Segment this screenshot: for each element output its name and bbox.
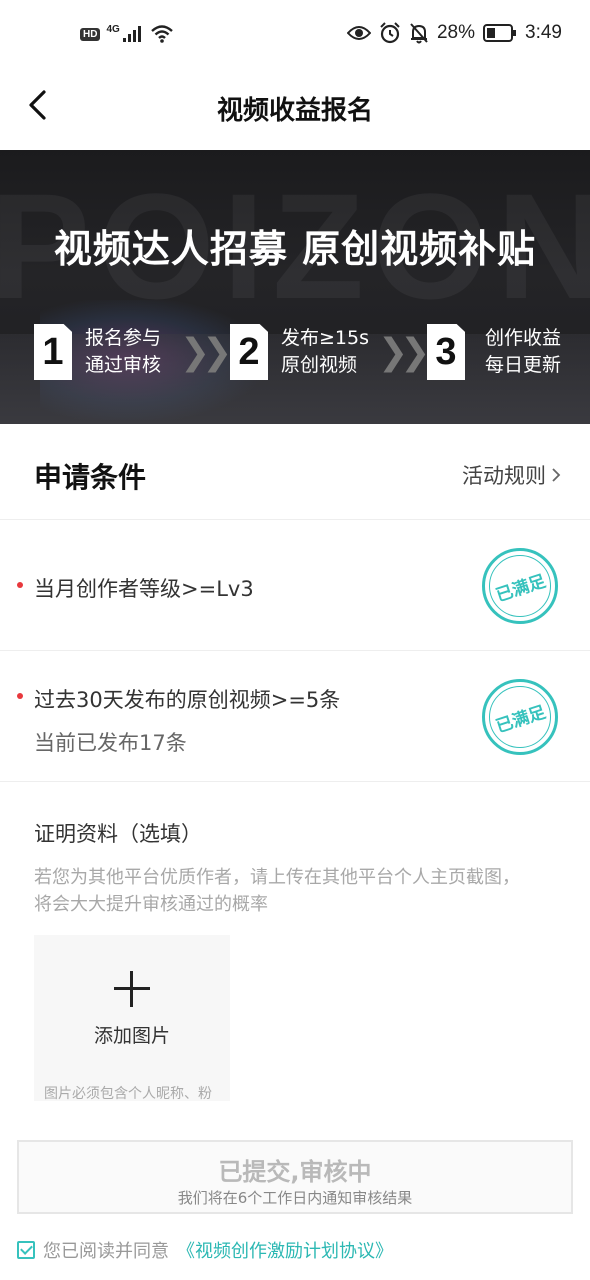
agreement-link[interactable]: 《视频创作激励计划协议》 <box>177 1237 393 1263</box>
stamp-label: 已满足 <box>493 570 549 606</box>
battery-icon <box>483 24 517 42</box>
step-line1: 报名参与 <box>85 327 162 349</box>
add-image-label: 添加图片 <box>93 1025 170 1047</box>
network-label: 4G <box>106 23 120 35</box>
step-text: 发布≥15s 原创视频 <box>281 325 369 379</box>
plus-icon <box>114 971 150 1007</box>
conditions-header: 申请条件 活动规则 <box>0 424 590 520</box>
chevron-right-icon <box>552 468 561 482</box>
condition-subtext: 当前已发布17条 <box>34 731 187 755</box>
banner-steps: 1 报名参与 通过审核 ❯❯ 2 发布≥15s 原创视频 ❯❯ 3 创作收益 每… <box>34 322 574 382</box>
mute-bell-icon <box>410 23 428 44</box>
satisfied-stamp: 已满足 <box>482 548 558 624</box>
activity-rules-link[interactable]: 活动规则 <box>462 460 562 490</box>
submit-status-note: 我们将在6个工作日内通知审核结果 <box>177 1189 413 1207</box>
double-chevron-icon: ❯❯ <box>378 332 430 373</box>
status-bar: HD 4G 28% 3:49 <box>0 0 590 74</box>
condition-row: 过去30天发布的原创视频>=5条 当前已发布17条 已满足 <box>0 651 590 782</box>
hd-badge: HD <box>80 27 101 41</box>
submit-status-button[interactable]: 已提交,审核中 我们将在6个工作日内通知审核结果 <box>17 1140 573 1214</box>
activity-rules-label: 活动规则 <box>462 464 546 488</box>
page-title: 视频收益报名 <box>216 96 373 126</box>
step-2: 2 发布≥15s 原创视频 <box>230 322 369 382</box>
agreement-checkbox[interactable] <box>17 1241 35 1259</box>
bullet-dot <box>17 582 23 588</box>
wifi-icon <box>150 25 173 43</box>
proof-description: 若您为其他平台优质作者，请上传在其他平台个人主页截图，将会大大提升审核通过的概率 <box>34 867 520 915</box>
bullet-dot <box>17 693 23 699</box>
status-right: 28% 3:49 <box>346 22 562 44</box>
step-line2: 原创视频 <box>281 354 358 376</box>
upload-note: 图片必须包含个人昵称、粉 <box>44 1086 212 1101</box>
stamp-label: 已满足 <box>493 701 549 737</box>
step-line2: 通过审核 <box>85 354 162 376</box>
step-3: 3 创作收益 每日更新 <box>427 322 561 382</box>
banner-title: 视频达人招募 原创视频补贴 <box>53 227 537 271</box>
condition-text: 过去30天发布的原创视频>=5条 <box>34 688 341 712</box>
submit-status-label: 已提交,审核中 <box>218 1158 372 1186</box>
add-image-button[interactable]: 添加图片 图片必须包含个人昵称、粉 <box>34 935 230 1101</box>
nav-bar: 视频收益报名 <box>0 74 590 150</box>
alarm-icon <box>380 22 400 44</box>
clock: 3:49 <box>525 22 562 43</box>
battery-percent: 28% <box>436 22 476 43</box>
step-number: 3 <box>427 324 465 380</box>
agreement-text: 您已阅读并同意 <box>43 1241 169 1262</box>
proof-title: 证明资料（选填） <box>34 822 202 846</box>
step-line1: 发布≥15s <box>281 327 369 349</box>
step-line1: 创作收益 <box>485 327 562 349</box>
step-number: 1 <box>34 324 72 380</box>
conditions-title: 申请条件 <box>34 461 147 494</box>
step-number: 2 <box>230 324 268 380</box>
step-text: 报名参与 通过审核 <box>85 325 161 379</box>
condition-text: 当月创作者等级>=Lv3 <box>34 577 254 601</box>
double-chevron-icon: ❯❯ <box>180 332 232 373</box>
satisfied-stamp: 已满足 <box>482 679 558 755</box>
status-left: HD 4G <box>80 24 174 44</box>
step-text: 创作收益 每日更新 <box>485 325 561 379</box>
recruit-banner: POIZON 视频达人招募 原创视频补贴 <box>0 150 590 424</box>
signal-icon <box>122 26 141 42</box>
condition-row: 当月创作者等级>=Lv3 已满足 <box>0 520 590 651</box>
step-line2: 每日更新 <box>485 354 562 376</box>
agreement-row: 您已阅读并同意 《视频创作激励计划协议》 <box>17 1237 393 1263</box>
eye-icon <box>346 26 371 40</box>
step-1: 1 报名参与 通过审核 <box>34 322 161 382</box>
